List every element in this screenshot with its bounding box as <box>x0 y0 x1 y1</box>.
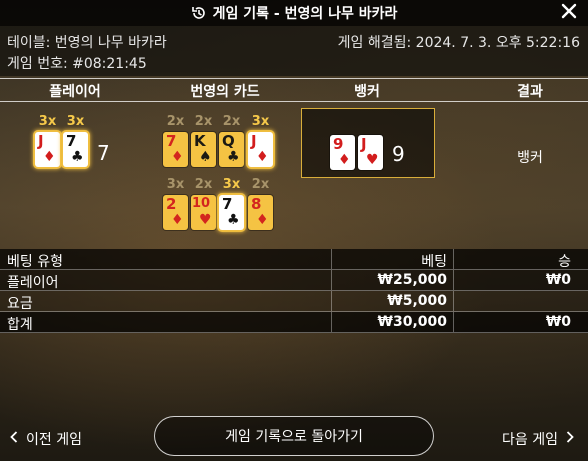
multiplier-badge: 3x <box>66 114 85 129</box>
banker-winner-box: 9 ♦ J ♥ 9 <box>301 108 435 178</box>
header-banker: 뱅커 <box>354 84 380 100</box>
next-game-label: 다음 게임 <box>502 432 558 448</box>
multiplier-badge: 2x <box>251 177 270 192</box>
footer-nav: 이전 게임 게임 기록으로 돌아가기 다음 게임 <box>0 410 588 461</box>
back-to-history-label: 게임 기록으로 돌아가기 <box>225 429 363 445</box>
prosperity-card: 7 ♦ <box>163 132 188 167</box>
card-table-header: 플레이어 번영의 카드 뱅커 결과 <box>0 78 588 102</box>
header-win: 승 <box>558 254 571 270</box>
page-title: 게임 기록 - 번영의 나무 바카라 <box>212 6 398 22</box>
banker-card: J ♥ <box>358 135 383 170</box>
header-player: 플레이어 <box>49 84 101 100</box>
cards-area: 3x 3x J ♦ 7 ♣ 7 2x 2x 2x 3x 7 ♦ K ♠ Q ♣ J ♦ 3x… <box>0 101 588 241</box>
bet-type: 요금 <box>7 296 33 312</box>
multiplier-badge: 3x <box>166 177 185 192</box>
prosperity-card: 8 ♦ <box>248 195 273 230</box>
header-bet-type: 베팅 유형 <box>7 254 63 270</box>
title-bar: 게임 기록 - 번영의 나무 바카라 <box>0 0 588 26</box>
total-bet: ₩30,000 <box>377 314 447 330</box>
bet-table: 베팅 유형 베팅 승 플레이어 ₩25,000 ₩0 요금 ₩5,000 합계 … <box>0 249 588 333</box>
previous-game-label: 이전 게임 <box>26 432 82 448</box>
previous-game-button[interactable]: 이전 게임 <box>10 429 82 449</box>
prosperity-card: Q ♣ <box>219 132 244 167</box>
chevron-left-icon <box>10 431 18 447</box>
chevron-right-icon <box>566 431 574 447</box>
table-row: 플레이어 ₩25,000 ₩0 <box>0 270 588 291</box>
multiplier-badge: 3x <box>38 114 57 129</box>
close-icon <box>561 3 577 23</box>
bet-amount: ₩5,000 <box>387 293 447 309</box>
multiplier-badge: 2x <box>194 114 213 129</box>
player-card: J ♦ <box>35 132 60 167</box>
history-icon <box>191 5 207 21</box>
close-button[interactable] <box>558 2 580 24</box>
player-card: 7 ♣ <box>63 132 88 167</box>
multiplier-badge: 2x <box>166 114 185 129</box>
back-to-history-button[interactable]: 게임 기록으로 돌아가기 <box>154 416 434 456</box>
prosperity-card: 2 ♦ <box>163 195 188 230</box>
prosperity-card: K ♠ <box>191 132 216 167</box>
game-result: 뱅커 <box>517 150 543 166</box>
win-amount: ₩0 <box>545 272 571 288</box>
bet-amount: ₩25,000 <box>377 272 447 288</box>
multiplier-badge: 2x <box>194 177 213 192</box>
total-label: 합계 <box>7 317 33 333</box>
multiplier-badge: 2x <box>222 114 241 129</box>
prosperity-card: 10 ♥ <box>191 195 216 230</box>
next-game-button[interactable]: 다음 게임 <box>502 429 574 449</box>
banker-card: 9 ♦ <box>330 135 355 170</box>
table-name: 테이블: 번영의 나무 바카라 <box>7 35 167 51</box>
player-score: 7 <box>97 141 110 165</box>
total-win: ₩0 <box>545 314 571 330</box>
multiplier-badge: 3x <box>222 177 241 192</box>
banker-score: 9 <box>392 142 405 166</box>
multiplier-badge: 3x <box>251 114 270 129</box>
bet-table-header: 베팅 유형 베팅 승 <box>0 249 588 270</box>
game-number: 게임 번호: #08:21:45 <box>7 56 147 72</box>
prosperity-card: J ♦ <box>248 132 273 167</box>
header-prosperity-cards: 번영의 카드 <box>190 84 260 100</box>
header-result: 결과 <box>517 84 543 100</box>
total-row: 합계 ₩30,000 ₩0 <box>0 312 588 333</box>
game-resolved-time: 게임 해결됨: 2024. 7. 3. 오후 5:22:16 <box>337 35 580 51</box>
bet-type: 플레이어 <box>7 275 59 291</box>
header-bet: 베팅 <box>421 254 447 270</box>
prosperity-card: 7 ♣ <box>219 195 244 230</box>
game-info: 테이블: 번영의 나무 바카라 게임 번호: #08:21:45 게임 해결됨:… <box>0 26 588 76</box>
table-row: 요금 ₩5,000 <box>0 291 588 312</box>
